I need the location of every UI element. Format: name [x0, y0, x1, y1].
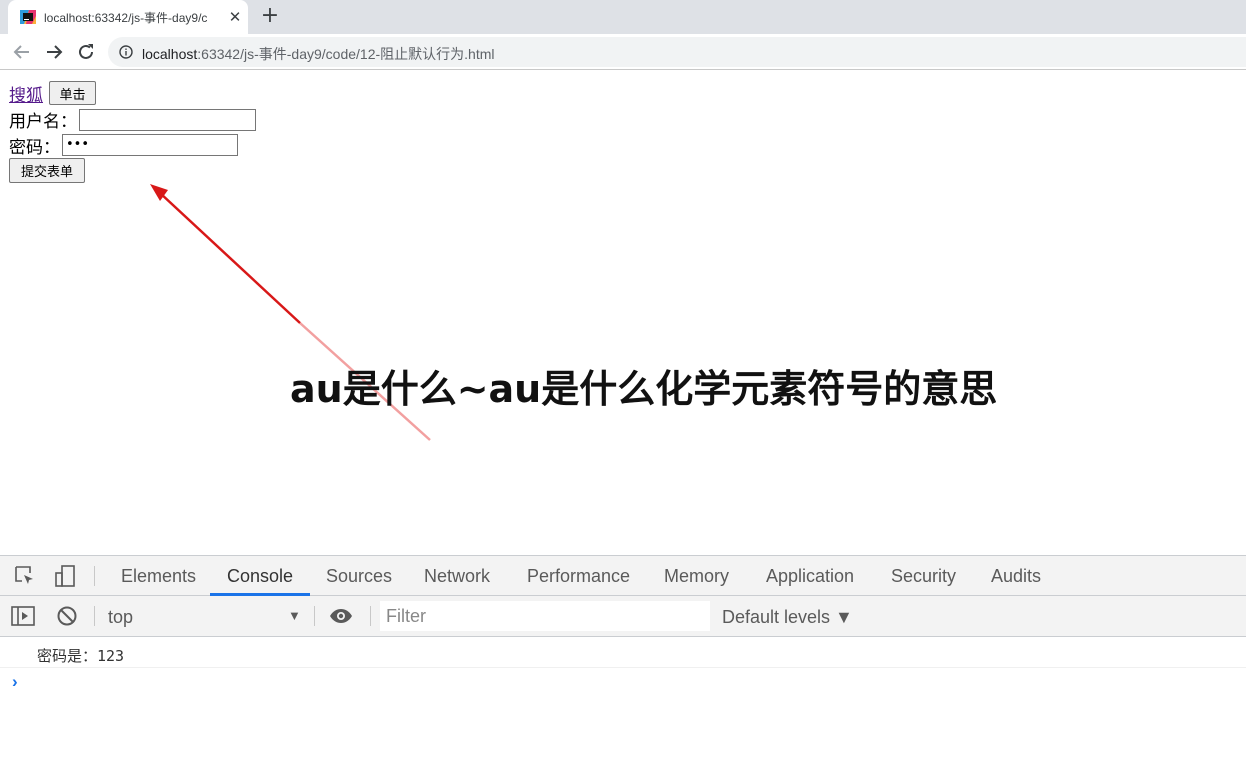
browser-tab[interactable]: localhost:63342/js-事件-day9/c ✕: [8, 0, 248, 34]
tab-security[interactable]: Security: [891, 566, 956, 587]
submit-form-button[interactable]: 提交表单: [9, 158, 85, 183]
url-text: localhost:63342/js-事件-day9/code/12-阻止默认行…: [142, 44, 494, 64]
devtools-tab-bar: Elements Console Sources Network Perform…: [0, 556, 1246, 596]
forward-arrow-icon[interactable]: [42, 40, 66, 64]
console-toolbar: top ▼ Filter Default levels ▼: [0, 596, 1246, 637]
browser-toolbar: localhost:63342/js-事件-day9/code/12-阻止默认行…: [0, 34, 1246, 70]
show-sidebar-icon[interactable]: [11, 604, 35, 628]
eye-icon[interactable]: [329, 604, 353, 628]
console-message: 密码是：123: [0, 638, 1246, 668]
tab-audits[interactable]: Audits: [991, 566, 1041, 587]
devtools-panel: Elements Console Sources Network Perform…: [0, 555, 1246, 763]
clear-console-icon[interactable]: [55, 604, 79, 628]
reload-icon[interactable]: [74, 40, 98, 64]
back-arrow-icon[interactable]: [10, 40, 34, 64]
tab-memory[interactable]: Memory: [664, 566, 729, 587]
username-input[interactable]: [79, 109, 256, 131]
inspect-element-icon[interactable]: [13, 564, 37, 588]
context-selector[interactable]: top: [108, 607, 133, 628]
device-toolbar-icon[interactable]: [53, 564, 77, 588]
tab-console[interactable]: Console: [227, 566, 293, 587]
toolbar-divider: [370, 606, 371, 626]
password-input[interactable]: •••: [62, 134, 238, 156]
tab-network[interactable]: Network: [424, 566, 490, 587]
tab-strip: localhost:63342/js-事件-day9/c ✕ +: [0, 0, 1246, 34]
context-dropdown-icon[interactable]: ▼: [288, 608, 301, 623]
close-tab-icon[interactable]: ✕: [226, 7, 244, 27]
new-tab-icon[interactable]: +: [258, 5, 282, 29]
sohu-link[interactable]: 搜狐: [9, 81, 43, 106]
overlay-headline: au是什么~au是什么化学元素符号的意思: [290, 367, 998, 411]
filter-input[interactable]: Filter: [380, 601, 710, 631]
address-bar[interactable]: localhost:63342/js-事件-day9/code/12-阻止默认行…: [108, 37, 1246, 67]
tab-sources[interactable]: Sources: [326, 566, 392, 587]
toolbar-divider: [94, 606, 95, 626]
tab-performance[interactable]: Performance: [527, 566, 630, 587]
toolbar-divider: [94, 566, 95, 586]
url-path: :63342/js-事件-day9/code/12-阻止默认行为.html: [197, 46, 495, 62]
tab-application[interactable]: Application: [766, 566, 854, 587]
toolbar-divider: [314, 606, 315, 626]
tab-title: localhost:63342/js-事件-day9/c: [44, 11, 208, 25]
console-message-text: 密码是：123: [37, 647, 125, 665]
username-label: 用户名：: [9, 112, 77, 132]
page-viewport: 搜狐 单击 用户名： 密码： ••• 提交表单 au是什么~au是什么化学元素符…: [0, 71, 1246, 555]
log-levels-dropdown[interactable]: Default levels ▼: [722, 607, 853, 628]
password-label: 密码：: [9, 138, 60, 158]
console-prompt[interactable]: ›: [12, 672, 18, 692]
click-button[interactable]: 单击: [49, 81, 96, 105]
info-icon[interactable]: [119, 45, 133, 59]
webstorm-favicon-icon: [20, 10, 36, 24]
url-host: localhost: [142, 46, 198, 62]
tab-elements[interactable]: Elements: [121, 566, 196, 587]
